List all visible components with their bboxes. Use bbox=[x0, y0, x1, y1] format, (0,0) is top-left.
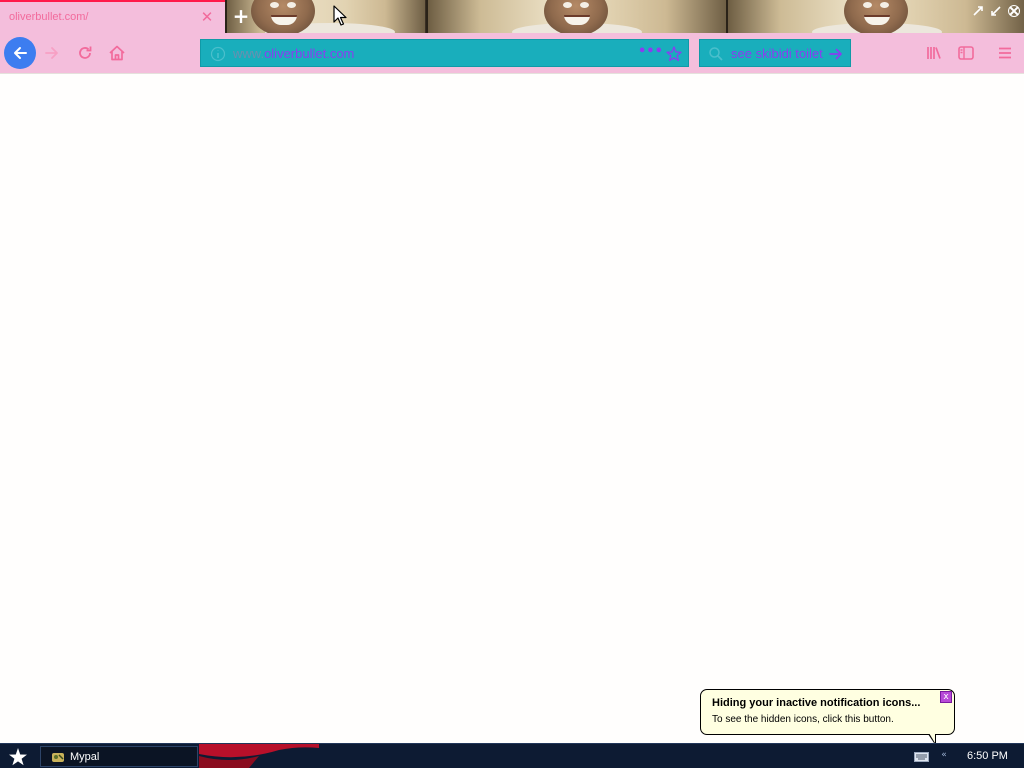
taskbar: Mypal « 6:50 PM bbox=[0, 743, 1024, 768]
balloon-body: To see the hidden icons, click this butt… bbox=[712, 714, 894, 725]
url-domain: oliverbullet.com bbox=[264, 46, 355, 61]
library-icon bbox=[927, 47, 941, 59]
arrow-left-icon bbox=[4, 37, 36, 69]
face-eye bbox=[880, 2, 889, 8]
new-tab-button[interactable]: + bbox=[230, 5, 252, 27]
close-icon[interactable]: ✕ bbox=[199, 8, 215, 26]
info-icon[interactable] bbox=[210, 46, 226, 62]
tab-active[interactable]: oliverbullet.com/ ✕ bbox=[0, 0, 225, 33]
maximize-icon[interactable] bbox=[989, 3, 1003, 17]
face-eye bbox=[270, 2, 279, 8]
navigation-toolbar: www.oliverbullet.com ••• see skibidi toi… bbox=[0, 33, 1024, 73]
arrow-right-icon bbox=[45, 47, 58, 59]
tab-strip: oliverbullet.com/ ✕ + bbox=[0, 0, 1024, 33]
tab-title: oliverbullet.com/ bbox=[9, 11, 89, 23]
menu-button[interactable] bbox=[989, 37, 1021, 69]
search-bar[interactable]: see skibidi toilet bbox=[699, 39, 851, 67]
library-button[interactable] bbox=[918, 37, 950, 69]
face-mouth bbox=[271, 15, 297, 25]
taskbar-decoration bbox=[199, 744, 319, 768]
theme-divider bbox=[225, 0, 227, 33]
theme-face bbox=[544, 0, 608, 33]
face-eye bbox=[863, 2, 872, 8]
balloon-tail-fill bbox=[929, 733, 935, 743]
mouse-cursor-icon bbox=[333, 5, 347, 26]
sidebar-button[interactable] bbox=[950, 37, 982, 69]
show-hidden-icons-button[interactable]: « bbox=[939, 750, 949, 762]
menu-icon bbox=[999, 47, 1011, 59]
url-text[interactable]: www.oliverbullet.com bbox=[233, 46, 354, 61]
face-eye bbox=[287, 2, 296, 8]
face-mouth bbox=[864, 15, 890, 25]
home-icon bbox=[109, 45, 125, 61]
arrow-right-icon[interactable] bbox=[828, 46, 844, 62]
search-input[interactable]: see skibidi toilet bbox=[731, 46, 823, 61]
star-icon[interactable] bbox=[665, 45, 683, 63]
back-button[interactable] bbox=[4, 37, 36, 69]
close-window-icon[interactable] bbox=[1007, 3, 1021, 17]
balloon-title: Hiding your inactive notification icons.… bbox=[712, 697, 921, 709]
face-eye bbox=[563, 2, 572, 8]
theme-divider bbox=[426, 0, 428, 33]
desktop: oliverbullet.com/ ✕ + www.oliverbullet.c… bbox=[0, 0, 1024, 768]
theme-face bbox=[844, 0, 908, 33]
theme-background-image bbox=[225, 0, 425, 33]
sidebar-icon bbox=[958, 46, 974, 60]
notification-balloon[interactable]: Hiding your inactive notification icons.… bbox=[700, 689, 955, 735]
reload-icon bbox=[79, 46, 92, 59]
mypal-app-icon bbox=[52, 753, 64, 762]
reload-button[interactable] bbox=[69, 37, 101, 69]
theme-divider bbox=[726, 0, 728, 33]
face-mouth bbox=[564, 15, 590, 25]
page-content[interactable] bbox=[0, 74, 1024, 743]
start-button[interactable] bbox=[0, 744, 36, 768]
face-eye bbox=[580, 2, 589, 8]
theme-face bbox=[251, 0, 315, 33]
minimize-icon[interactable] bbox=[971, 3, 985, 17]
url-prefix: www. bbox=[233, 46, 265, 61]
star-icon bbox=[9, 747, 27, 765]
theme-background-image bbox=[426, 0, 726, 33]
search-icon bbox=[709, 47, 723, 61]
taskbar-button-label: Mypal bbox=[70, 751, 100, 763]
forward-button[interactable] bbox=[36, 37, 68, 69]
url-bar[interactable]: www.oliverbullet.com ••• bbox=[200, 39, 689, 67]
taskbar-button-mypal[interactable]: Mypal bbox=[40, 746, 198, 767]
close-icon[interactable]: x bbox=[940, 691, 952, 703]
keyboard-icon[interactable] bbox=[914, 752, 929, 762]
page-actions-button[interactable]: ••• bbox=[638, 44, 663, 62]
taskbar-clock[interactable]: 6:50 PM bbox=[967, 750, 1008, 762]
home-button[interactable] bbox=[101, 37, 133, 69]
